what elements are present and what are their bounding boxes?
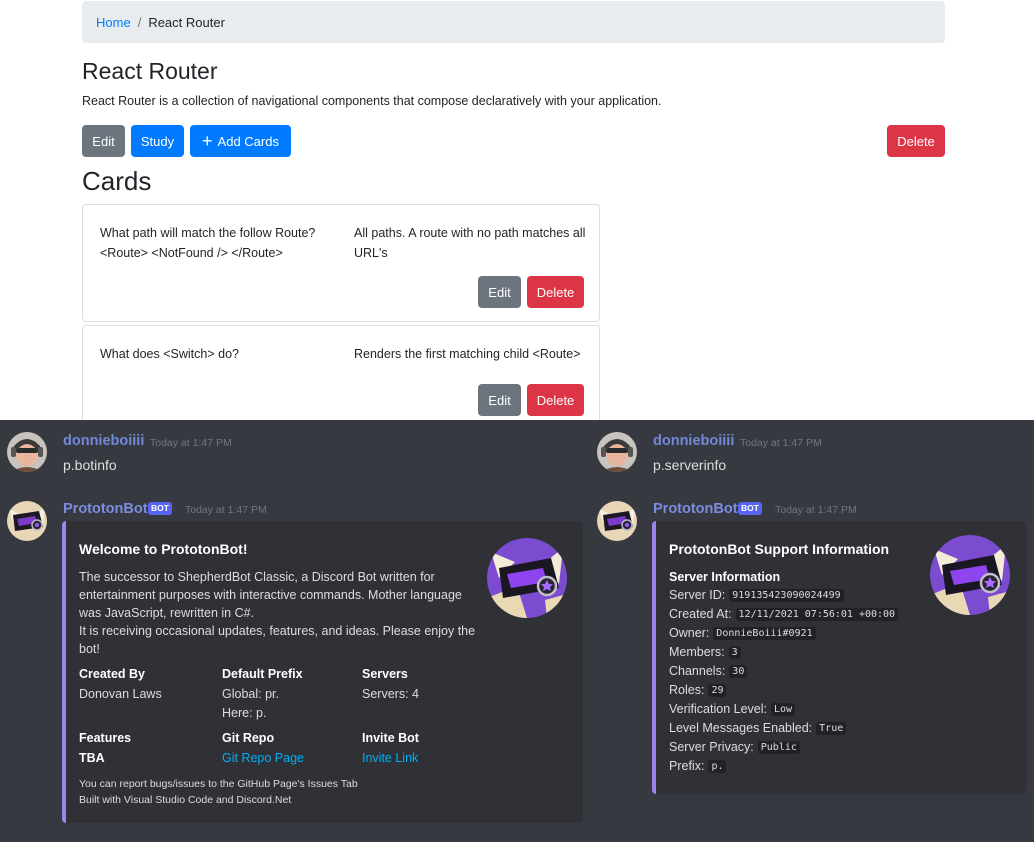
- field-servers-value: Servers: 4: [362, 687, 419, 701]
- card-item: What does <Switch> do? Renders the first…: [82, 325, 600, 420]
- row-label: Roles:: [669, 683, 705, 697]
- row-value: p.: [708, 759, 727, 773]
- row-value: Public: [757, 740, 800, 754]
- field-created-by-value: Donovan Laws: [79, 687, 162, 701]
- row-value: True: [816, 721, 847, 735]
- field-invite-name: Invite Bot: [362, 731, 419, 745]
- add-cards-button[interactable]: + Add Cards: [190, 125, 291, 157]
- row-label: Channels:: [669, 664, 726, 678]
- card-delete-button[interactable]: Delete: [527, 276, 584, 308]
- git-repo-link[interactable]: Git Repo Page: [222, 749, 304, 767]
- embed-thumbnail: [930, 535, 1010, 615]
- embed-description-2: It is receiving occasional updates, feat…: [79, 624, 476, 656]
- bot-badge: BOT: [148, 502, 172, 515]
- discord-chat: donnieboiiii Today at 1:47 PM p.botinfo …: [0, 420, 1034, 842]
- info-row-owner: Owner: DonnieBoiii#0921: [669, 626, 816, 640]
- row-label: Members:: [669, 645, 725, 659]
- row-value: 3: [728, 645, 741, 659]
- row-value: 919135423090024499: [729, 588, 844, 602]
- info-row-created-at: Created At: 12/11/2021 07:56:01 +00:00: [669, 607, 899, 621]
- field-features-value: TBA: [79, 751, 105, 765]
- row-value: 12/11/2021 07:56:01 +00:00: [735, 607, 899, 621]
- row-label: Prefix:: [669, 759, 705, 773]
- card-front: What path will match the follow Route? <…: [100, 226, 316, 260]
- add-cards-label: Add Cards: [217, 133, 279, 149]
- info-row-channels: Channels: 30: [669, 664, 748, 678]
- row-value: 29: [708, 683, 727, 697]
- embed-title: PrototonBot Support Information: [669, 541, 890, 557]
- field-prefix-global: Global: pr.: [222, 687, 279, 701]
- field-repo-name: Git Repo: [222, 731, 275, 745]
- info-row-server-id: Server ID: 919135423090024499: [669, 588, 844, 602]
- message-author[interactable]: donnieboiiii: [63, 433, 144, 449]
- card-back: All paths. A route with no path matches …: [354, 226, 586, 260]
- plus-icon: +: [202, 131, 213, 151]
- embed-footer-line-2: Built with Visual Studio Code and Discor…: [79, 794, 292, 806]
- flashcard-app: Home / React Router React Router React R…: [0, 0, 1034, 420]
- message-timestamp: Today at 1:47 PM: [185, 504, 267, 516]
- info-row-privacy: Server Privacy: Public: [669, 740, 800, 754]
- message-timestamp: Today at 1:47 PM: [740, 437, 822, 449]
- row-label: Server ID:: [669, 588, 726, 602]
- invite-link[interactable]: Invite Link: [362, 749, 418, 767]
- breadcrumb-home-link[interactable]: Home: [96, 15, 131, 30]
- breadcrumb-current: React Router: [148, 14, 225, 30]
- user-avatar[interactable]: [7, 432, 47, 472]
- deck-description: React Router is a collection of navigati…: [82, 94, 662, 108]
- info-row-verification: Verification Level: Low: [669, 702, 796, 716]
- field-created-by-name: Created By: [79, 667, 145, 681]
- card-edit-button[interactable]: Edit: [478, 384, 521, 416]
- row-label: Owner:: [669, 626, 710, 640]
- embed-subtitle: Server Information: [669, 570, 781, 584]
- cards-heading: Cards: [82, 166, 152, 196]
- message-author[interactable]: donnieboiiii: [653, 433, 734, 449]
- info-row-level-messages: Level Messages Enabled: True: [669, 721, 847, 735]
- card-delete-button[interactable]: Delete: [527, 384, 584, 416]
- delete-deck-button[interactable]: Delete: [887, 125, 945, 157]
- embed-footer-line-1: You can report bugs/issues to the GitHub…: [79, 778, 358, 790]
- field-prefix-here: Here: p.: [222, 706, 267, 720]
- edit-deck-button[interactable]: Edit: [82, 125, 125, 157]
- message-timestamp: Today at 1:47 PM: [150, 437, 232, 449]
- bot-avatar[interactable]: [597, 501, 637, 541]
- row-value: 30: [729, 664, 748, 678]
- bot-badge: BOT: [738, 502, 762, 515]
- bot-name[interactable]: PrototonBot: [653, 501, 738, 517]
- row-value: Low: [770, 702, 796, 716]
- breadcrumb-separator: /: [137, 14, 142, 30]
- botinfo-embed: Welcome to PrototonBot! The successor to…: [62, 521, 583, 823]
- card-back: Renders the first matching child <Route>: [354, 347, 581, 361]
- embed-thumbnail: [487, 538, 567, 618]
- card-front: What does <Switch> do?: [100, 347, 239, 361]
- bot-avatar[interactable]: [7, 501, 47, 541]
- info-row-roles: Roles: 29: [669, 683, 727, 697]
- bot-name[interactable]: PrototonBot: [63, 501, 148, 517]
- info-row-members: Members: 3: [669, 645, 741, 659]
- card-edit-button[interactable]: Edit: [478, 276, 521, 308]
- embed-title: Welcome to PrototonBot!: [79, 541, 248, 557]
- card-item: What path will match the follow Route? <…: [82, 204, 600, 322]
- row-label: Created At:: [669, 607, 732, 621]
- row-label: Level Messages Enabled:: [669, 721, 813, 735]
- field-features-name: Features: [79, 731, 132, 745]
- deck-title: React Router: [82, 58, 218, 84]
- message-text: p.botinfo: [63, 457, 117, 473]
- study-button[interactable]: Study: [131, 125, 184, 157]
- row-value: DonnieBoiii#0921: [713, 626, 816, 640]
- message-timestamp: Today at 1:47 PM: [775, 504, 857, 516]
- user-avatar[interactable]: [597, 432, 637, 472]
- info-row-prefix: Prefix: p.: [669, 759, 727, 773]
- field-prefix-name: Default Prefix: [222, 667, 303, 681]
- message-text: p.serverinfo: [653, 457, 727, 473]
- row-label: Verification Level:: [669, 702, 767, 716]
- embed-description: The successor to ShepherdBot Classic, a …: [79, 570, 462, 620]
- breadcrumb: Home / React Router: [82, 1, 945, 43]
- row-label: Server Privacy:: [669, 740, 754, 754]
- field-servers-name: Servers: [362, 667, 408, 681]
